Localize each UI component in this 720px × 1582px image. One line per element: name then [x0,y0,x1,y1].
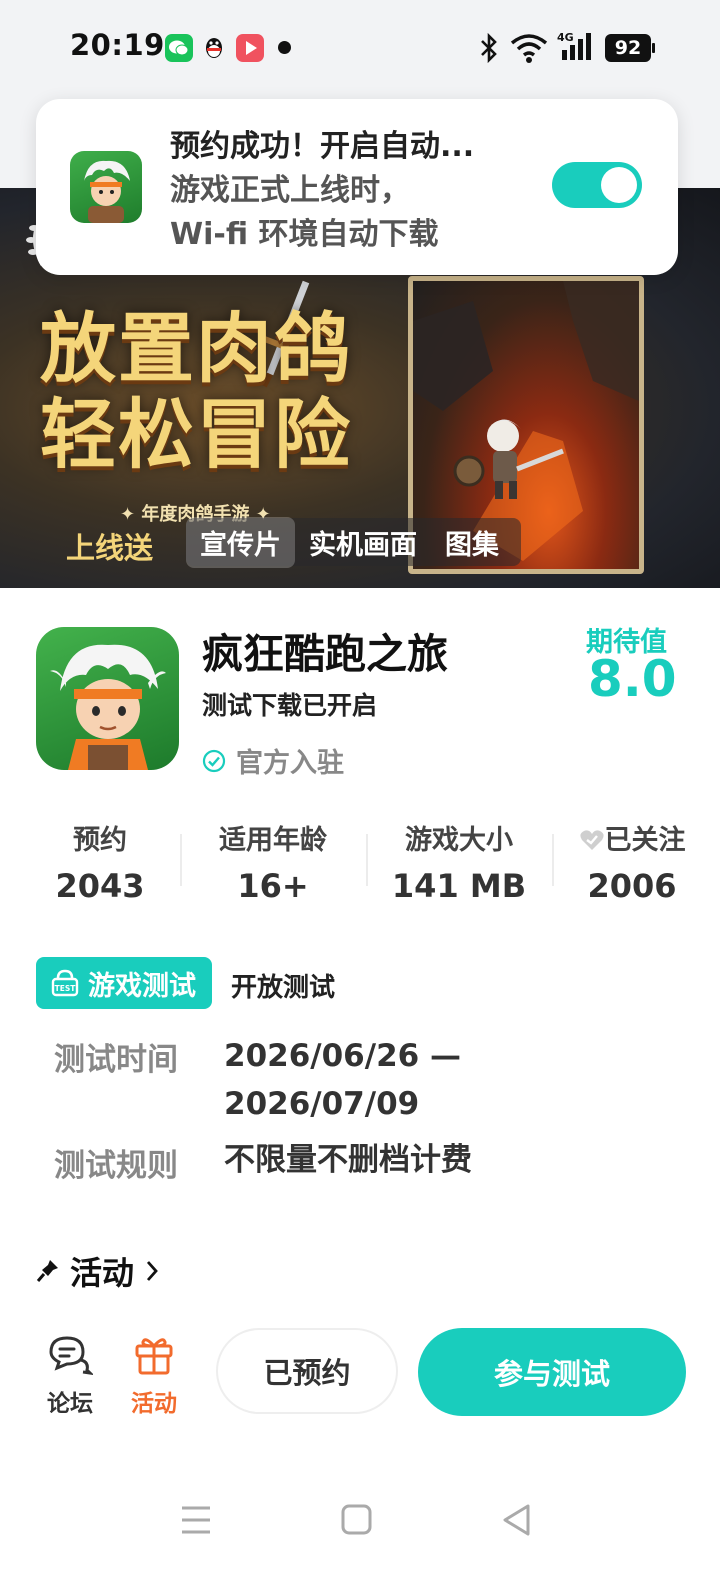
forum-button[interactable]: 论坛 [40,1334,100,1418]
official-label: 官方入驻 [236,748,344,779]
banner-title-line2: 轻松冒险 [40,390,352,479]
stat-followers[interactable]: 已关注 2006 [564,818,700,905]
menu-icon[interactable] [180,1500,212,1540]
join-test-button[interactable]: 参与测试 [418,1328,686,1416]
heart-check-icon [579,830,604,850]
game-icon [36,627,179,770]
notification-dot [278,41,291,54]
back-icon[interactable] [500,1500,534,1540]
activity-label: 活动 [70,1254,135,1292]
divider [552,834,554,886]
divider [366,834,368,886]
stat-game-size: 游戏大小 141 MB [386,818,532,905]
test-time-start: 2026/06/26 — [224,1038,461,1074]
test-type: 开放测试 [231,973,336,1003]
verified-check-icon [202,749,226,772]
notification-body: 游戏正式上线时， Wi-fi 环境自动下载 [170,169,530,257]
forum-icon [49,1336,95,1376]
stat-reservations: 预约 2043 [40,818,160,905]
test-icon: TEST [51,969,79,997]
bluetooth-icon [478,32,500,68]
stat-label: 适用年龄 [219,825,327,856]
tab-gallery[interactable]: 图集 [431,517,513,568]
test-rule-label: 测试规则 [54,1148,178,1184]
official-verified: 官方入驻 [202,741,344,780]
video-app-icon [236,34,264,62]
stat-label: 已关注 [564,818,700,857]
qq-icon [200,34,228,62]
stat-value: 16+ [237,867,309,905]
stat-value: 141 MB [391,867,527,905]
test-icon-text: TEST [55,984,77,993]
banner-title: 放置肉鸽 轻松冒险 [40,306,352,478]
forum-label: 论坛 [47,1391,93,1417]
reservation-notification[interactable]: 预约成功！开启自动... 游戏正式上线时， Wi-fi 环境自动下载 [36,99,678,275]
activity-button[interactable]: 活动 [124,1334,184,1418]
test-time-end: 2026/07/09 [224,1086,420,1122]
toggle-knob [601,167,637,203]
test-rule-value: 不限量不删档计费 [224,1142,472,1178]
home-icon[interactable] [340,1500,374,1540]
stats-row: 预约 2043 适用年龄 16+ 游戏大小 141 MB 已关注 2006 [0,818,720,908]
stat-age-rating: 适用年龄 16+ [200,818,346,905]
stat-value: 2043 [55,867,145,905]
stat-value: 2006 [587,867,677,905]
expectation-score: 8.0 [588,650,677,708]
activity-section-header[interactable]: 活动 [36,1248,160,1294]
activity-tab-label: 活动 [131,1391,177,1417]
test-badge-label: 游戏测试 [88,970,196,1002]
system-navigation-bar [0,1480,720,1582]
test-time-value: 2026/06/26 — 2026/07/09 [224,1032,461,1128]
stat-label-text: 已关注 [604,825,686,856]
signal-icon: 4G [556,30,596,68]
notification-app-icon [70,151,142,223]
banner-tabs: 宣传片 实机画面 图集 [186,516,521,568]
auto-download-toggle[interactable] [552,162,642,208]
download-status: 测试下载已开启 [202,691,378,720]
wechat-icon [165,34,193,62]
game-title: 疯狂酷跑之旅 [202,630,448,678]
gift-icon [135,1338,173,1375]
notification-body-line2: Wi-fi 环境自动下载 [170,217,439,252]
tab-promo-video[interactable]: 宣传片 [186,516,295,568]
wifi-icon [510,32,548,68]
reserved-button[interactable]: 已预约 [216,1328,398,1414]
pin-icon [36,1260,58,1282]
stat-label: 游戏大小 [405,825,513,856]
network-type: 4G [557,31,574,44]
notification-title: 预约成功！开启自动... [170,129,475,164]
tab-gameplay[interactable]: 实机画面 [295,517,431,568]
divider [180,834,182,886]
banner-title-line1: 放置肉鸽 [40,304,352,393]
battery-icon: 92 [604,33,656,67]
test-time-label: 测试时间 [54,1042,178,1078]
battery-level: 92 [614,37,642,59]
chevron-right-icon [146,1261,158,1281]
status-time: 20:19 [70,28,165,62]
stat-label: 预约 [73,825,127,856]
banner-bottom-text: 上线送 [66,531,154,565]
notification-body-line1: 游戏正式上线时， [170,173,410,208]
game-test-badge: TEST 游戏测试 [36,957,212,1009]
